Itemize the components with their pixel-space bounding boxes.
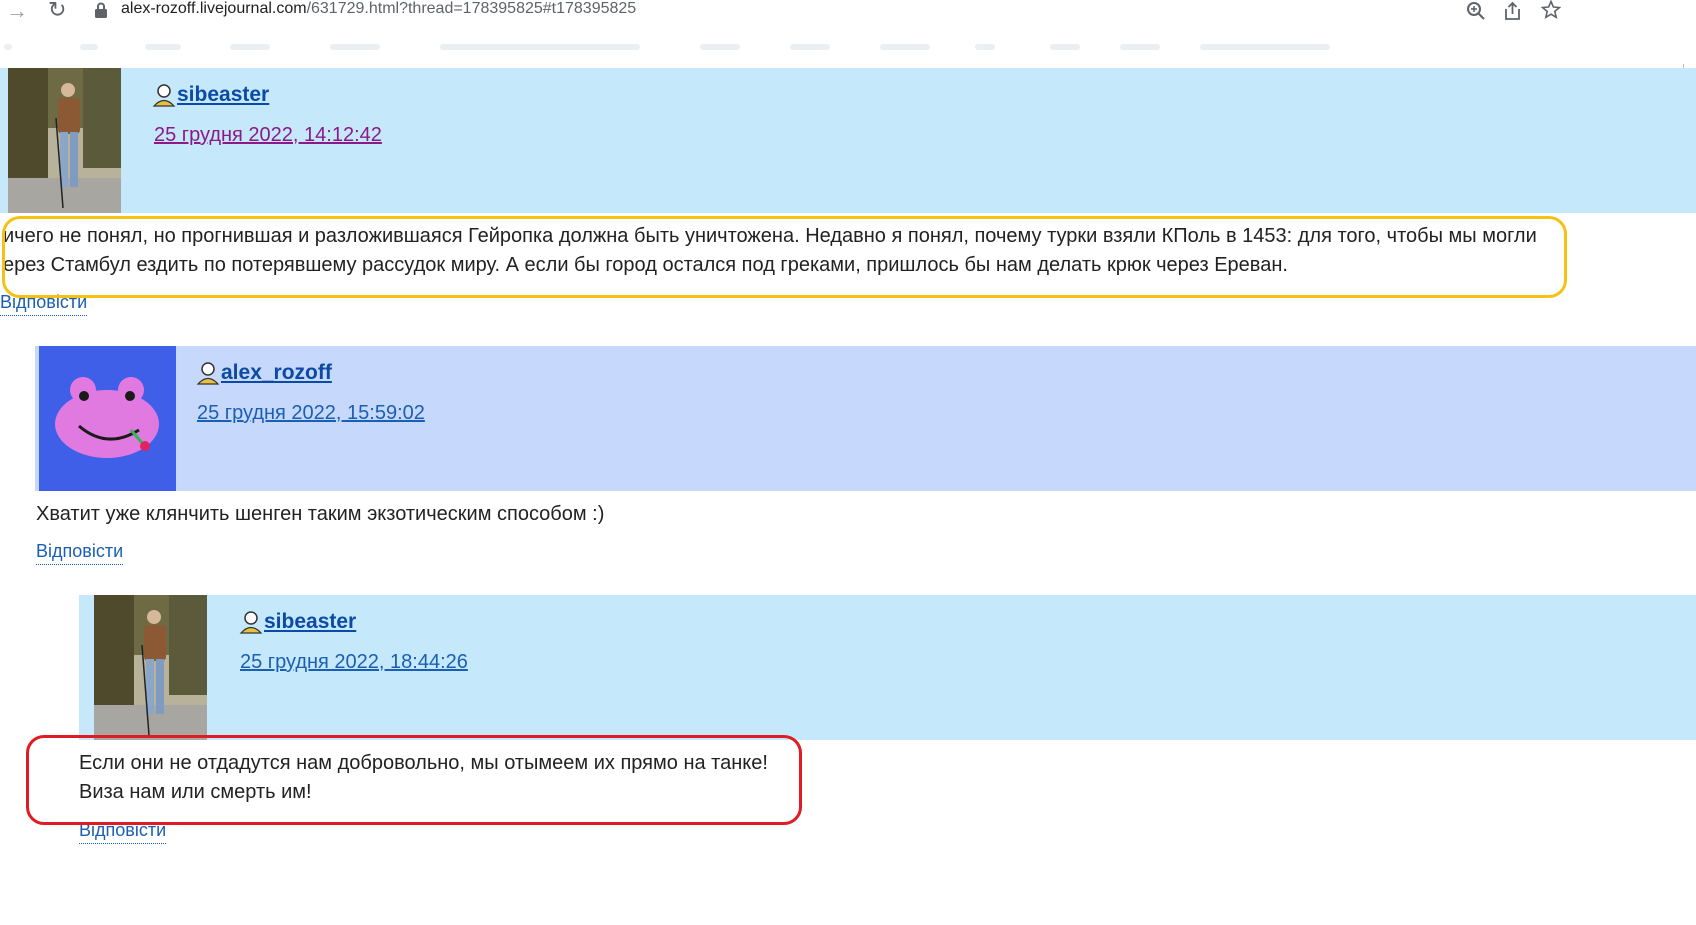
bookmark-item[interactable] [1050,44,1080,50]
comment-text: Хватит уже клянчить шенген таким экзотич… [36,500,604,529]
username-link[interactable]: alex_rozoff [221,361,332,385]
comment-author: alex_rozoff [196,361,332,385]
bookmark-star-icon[interactable] [1541,0,1561,20]
user-icon[interactable] [152,83,176,107]
zoom-icon[interactable] [1466,1,1486,21]
share-icon[interactable] [1503,1,1523,21]
comment-author: sibeaster [239,610,356,634]
comment-timestamp-link[interactable]: 25 грудня 2022, 15:59:02 [197,402,425,425]
lock-icon [95,2,107,18]
username-link[interactable]: sibeaster [177,83,269,107]
avatar[interactable] [94,595,207,740]
user-icon[interactable] [196,361,220,385]
address-bar[interactable]: alex-rozoff.livejournal.com/631729.html?… [121,0,636,18]
reply-link[interactable]: Відповісти [36,541,124,565]
comment-header: sibeaster 25 грудня 2022, 14:12:42 [0,68,1696,213]
reload-icon[interactable]: ↻ [48,0,66,23]
comment-timestamp-link[interactable]: 25 грудня 2022, 14:12:42 [154,124,382,147]
user-photo [8,68,121,213]
comment-header: sibeaster 25 грудня 2022, 18:44:26 [79,595,1696,740]
bookmark-item[interactable] [4,44,12,50]
user-icon[interactable] [239,610,263,634]
comment-timestamp-link[interactable]: 25 грудня 2022, 18:44:26 [240,651,468,674]
url-host: alex-rozoff.livejournal.com [121,0,307,17]
highlight-box-red [26,735,802,825]
bookmarks-bar [0,26,1696,80]
forward-icon[interactable]: → [6,0,28,24]
avatar[interactable] [8,68,121,213]
frog-avatar-image [39,346,176,491]
user-photo [94,595,207,740]
bookmark-item[interactable] [975,44,995,50]
bookmark-item[interactable] [230,44,270,50]
bookmark-item[interactable] [330,44,380,50]
bookmark-item[interactable] [700,44,740,50]
comment-author: sibeaster [152,83,269,107]
username-link[interactable]: sibeaster [264,610,356,634]
bookmark-item[interactable] [1120,44,1160,50]
browser-toolbar: → ↻ alex-rozoff.livejournal.com/631729.h… [0,0,1696,26]
bookmark-item[interactable] [880,44,930,50]
bookmark-item[interactable] [80,44,98,50]
comment-text-line: Хватит уже клянчить шенген таким экзотич… [36,503,605,525]
comment-header: alex_rozoff 25 грудня 2022, 15:59:02 [35,346,1696,491]
highlight-box-yellow [2,216,1567,298]
url-path: /631729.html?thread=178395825#t178395825 [306,0,637,17]
avatar[interactable] [39,346,176,491]
bookmark-item[interactable] [1200,44,1330,50]
bookmark-item[interactable] [440,44,640,50]
bookmark-item[interactable] [145,44,181,50]
bookmark-item[interactable] [790,44,830,50]
